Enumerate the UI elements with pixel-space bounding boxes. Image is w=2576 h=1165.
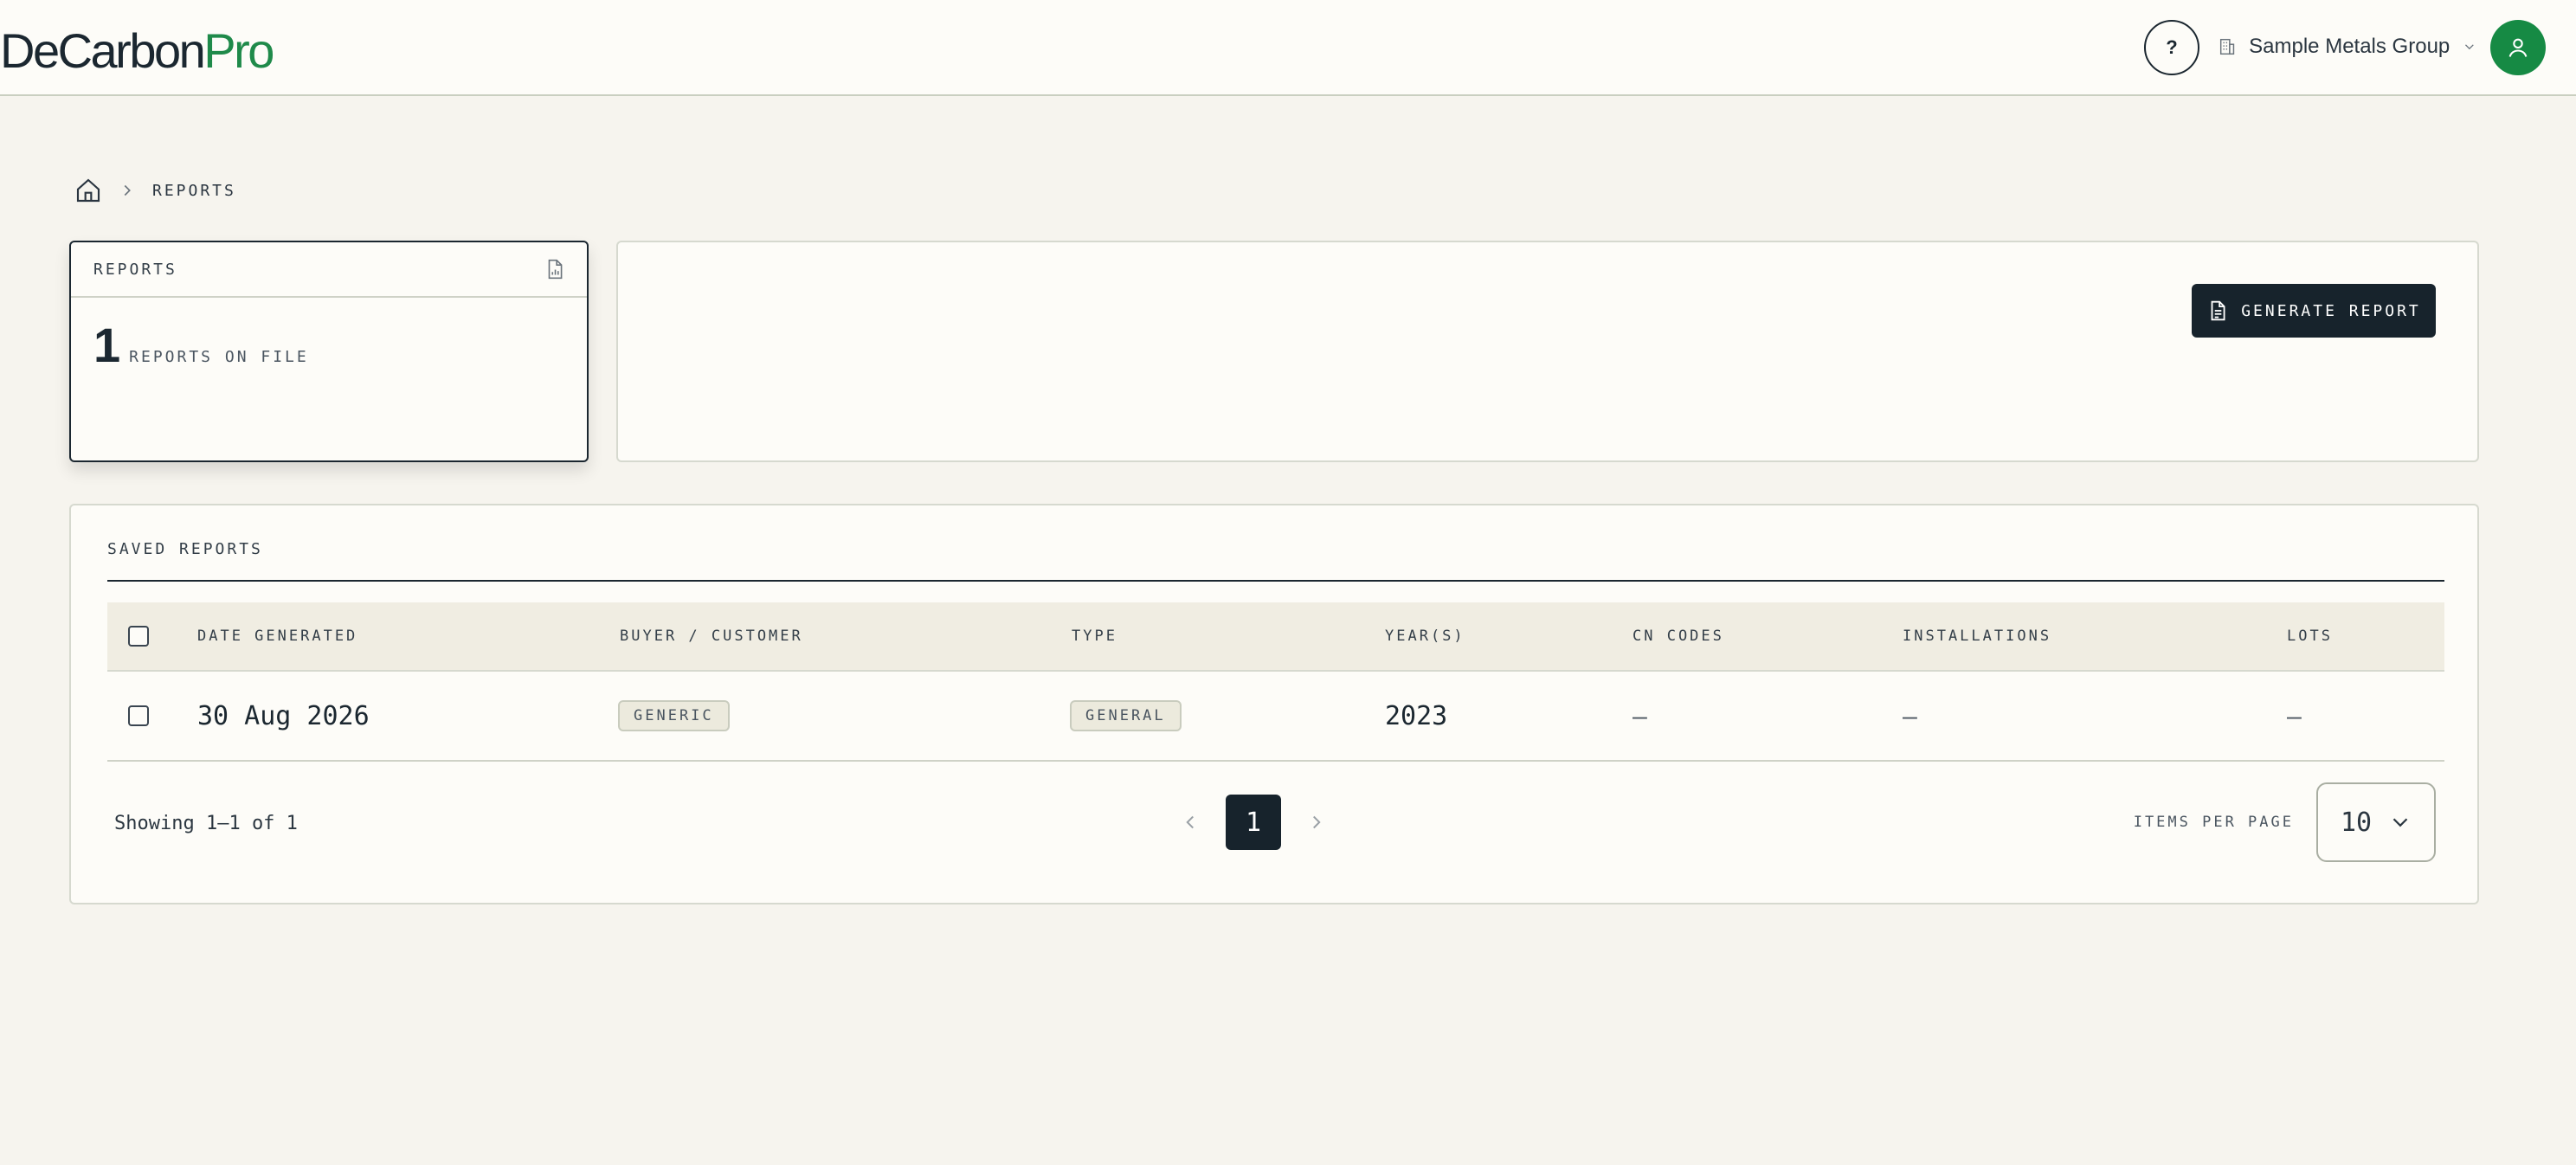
type-badge: GENERAL <box>1070 700 1182 731</box>
cn-codes-cell: — <box>1633 701 1647 731</box>
breadcrumb-current: REPORTS <box>152 181 236 200</box>
next-page-icon[interactable] <box>1305 811 1328 834</box>
date-generated-cell: 30 Aug 2026 <box>197 700 370 731</box>
stat-card-body: 1 REPORTS ON FILE <box>71 298 587 392</box>
user-icon <box>2508 38 2528 57</box>
pagination: 1 <box>1179 795 1328 850</box>
installations-cell: — <box>1903 701 1917 731</box>
column-header[interactable]: LOTS <box>2287 602 2333 670</box>
select-all-cell <box>128 602 149 670</box>
buyer-badge: GENERIC <box>618 700 730 731</box>
logo-text-primary: DeCarbon <box>0 23 206 78</box>
row-checkbox[interactable] <box>128 705 149 726</box>
chevron-down-icon <box>2465 44 2475 50</box>
column-header[interactable]: INSTALLATIONS <box>1903 602 2051 670</box>
stat-card-header: REPORTS <box>71 242 587 298</box>
stat-card-title: REPORTS <box>93 260 177 279</box>
row-select-cell <box>128 672 149 760</box>
column-header[interactable]: DATE GENERATED <box>197 602 357 670</box>
items-per-page-label: ITEMS PER PAGE <box>2133 814 2294 831</box>
top-bar: DeCarbonPro ? Sample Metals Group <box>0 0 2576 96</box>
organization-switcher[interactable]: Sample Metals Group <box>2218 26 2477 68</box>
organization-name: Sample Metals Group <box>2249 35 2450 58</box>
chevron-down-icon <box>2392 818 2408 827</box>
building-icon <box>2219 38 2235 55</box>
pagination-summary: Showing 1–1 of 1 <box>114 813 298 834</box>
chevron-right-icon <box>124 184 131 196</box>
title-divider <box>107 580 2444 582</box>
years-cell: 2023 <box>1385 700 1448 731</box>
type-cell: GENERAL <box>1070 672 1182 760</box>
logo[interactable]: DeCarbonPro <box>0 23 274 80</box>
saved-reports-panel: SAVED REPORTS DATE GENERATED BUYER / CUS… <box>69 504 2479 904</box>
help-button[interactable]: ? <box>2144 20 2199 75</box>
reports-count-label: REPORTS ON FILE <box>129 348 309 366</box>
report-file-icon <box>548 259 563 280</box>
items-per-page-value: 10 <box>2341 807 2373 838</box>
table-row[interactable]: 30 Aug 2026 GENERIC GENERAL 2023 — — — <box>107 672 2444 762</box>
previous-page-icon[interactable] <box>1179 811 1201 834</box>
table-header: DATE GENERATED BUYER / CUSTOMER TYPE YEA… <box>107 602 2444 672</box>
home-icon[interactable] <box>74 177 102 204</box>
logo-text-accent: Pro <box>203 23 274 78</box>
reports-count: 1 <box>93 318 121 372</box>
items-per-page-select[interactable]: 10 <box>2316 782 2436 862</box>
buyer-cell: GENERIC <box>618 672 730 760</box>
lots-cell: — <box>2287 701 2302 731</box>
document-icon <box>2211 300 2225 321</box>
actions-panel: GENERATE REPORT <box>616 241 2479 462</box>
saved-reports-title: SAVED REPORTS <box>107 540 263 558</box>
generate-report-label: GENERATE REPORT <box>2241 301 2421 320</box>
page-number-button[interactable]: 1 <box>1226 795 1281 850</box>
user-avatar[interactable] <box>2490 20 2546 75</box>
column-header[interactable]: TYPE <box>1072 602 1117 670</box>
generate-report-button[interactable]: GENERATE REPORT <box>2192 284 2436 338</box>
reports-stat-card[interactable]: REPORTS 1 REPORTS ON FILE <box>69 241 589 462</box>
column-header[interactable]: BUYER / CUSTOMER <box>620 602 803 670</box>
column-header[interactable]: YEAR(S) <box>1385 602 1465 670</box>
breadcrumb: REPORTS <box>74 173 236 208</box>
column-header[interactable]: CN CODES <box>1633 602 1724 670</box>
select-all-checkbox[interactable] <box>128 626 149 647</box>
